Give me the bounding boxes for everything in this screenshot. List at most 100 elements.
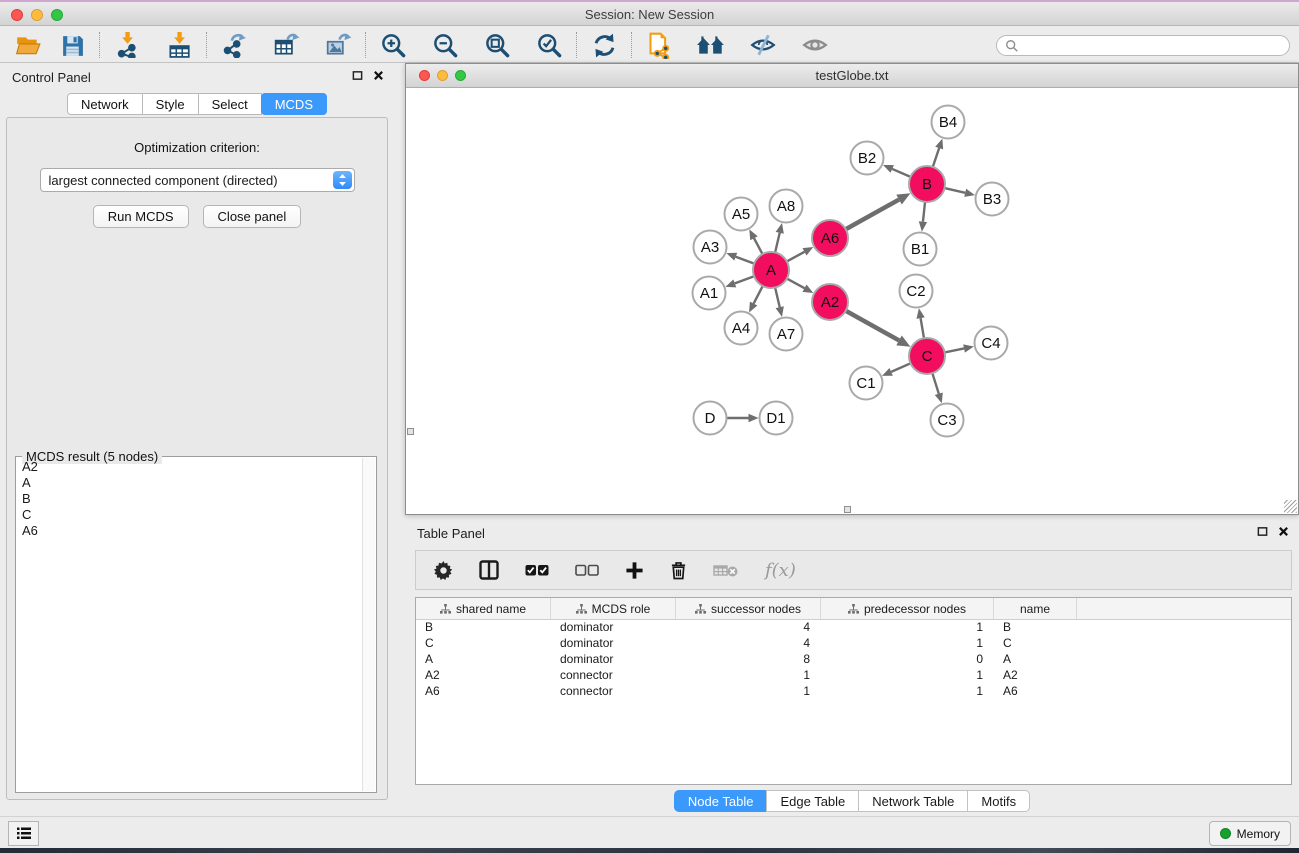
column-header-name[interactable]: name (994, 598, 1077, 619)
edge-B-B3[interactable] (945, 188, 966, 193)
table-cell[interactable]: C (994, 636, 1077, 652)
show-welcome-screen-icon[interactable] (693, 30, 729, 60)
hide-graphics-details-icon[interactable] (745, 30, 781, 60)
edge-A2-C[interactable] (846, 311, 899, 341)
edge-A-A7[interactable] (775, 288, 780, 308)
export-network-icon[interactable] (216, 30, 252, 60)
table-cell[interactable]: 1 (821, 636, 994, 652)
table-cell[interactable]: 1 (821, 620, 994, 636)
edge-A-A2[interactable] (787, 279, 805, 289)
refresh-icon[interactable] (586, 30, 622, 60)
table-row[interactable]: A2connector11A2 (416, 668, 1291, 684)
import-network-icon[interactable] (109, 30, 145, 60)
result-item[interactable]: C (18, 507, 361, 523)
export-image-icon[interactable] (320, 30, 356, 60)
open-file-icon[interactable] (10, 30, 46, 60)
table-cell[interactable]: A2 (416, 668, 551, 684)
export-table-icon[interactable] (268, 30, 304, 60)
resize-handle-left[interactable] (407, 428, 414, 435)
resize-handle-bottom[interactable] (844, 506, 851, 513)
close-panel-button[interactable]: Close panel (203, 205, 302, 228)
edge-B-B2[interactable] (892, 169, 910, 177)
edge-A6-B[interactable] (846, 200, 899, 230)
tab-select[interactable]: Select (198, 93, 262, 115)
tab-motifs[interactable]: Motifs (967, 790, 1030, 812)
delete-column-icon[interactable] (670, 561, 687, 580)
column-header-shared-name[interactable]: shared name (416, 598, 551, 619)
tab-style[interactable]: Style (142, 93, 199, 115)
edge-A-A8[interactable] (775, 233, 780, 253)
criterion-select[interactable]: largest connected component (directed) (40, 168, 355, 192)
result-item[interactable]: A (18, 475, 361, 491)
zoom-in-icon[interactable] (375, 30, 411, 60)
new-network-from-file-icon[interactable] (641, 30, 677, 60)
table-cell[interactable]: dominator (551, 636, 676, 652)
edge-C-C3[interactable] (932, 373, 938, 394)
zoom-out-icon[interactable] (427, 30, 463, 60)
edge-C-C2[interactable] (921, 318, 924, 338)
tab-node-table[interactable]: Node Table (674, 790, 768, 812)
tab-network-table[interactable]: Network Table (858, 790, 968, 812)
table-row[interactable]: Cdominator41C (416, 636, 1291, 652)
result-scrollbar[interactable] (362, 458, 375, 791)
network-canvas[interactable]: B4B2BB3A8A5A6A3B1AA1C2A2A4A7C4CC1C3DD1 (406, 88, 1298, 514)
edge-A-A5[interactable] (754, 238, 763, 254)
select-stepper-icon[interactable] (333, 171, 352, 189)
table-cell[interactable]: 4 (676, 620, 821, 636)
close-table-panel-icon[interactable] (1278, 526, 1289, 537)
result-item[interactable]: A6 (18, 523, 361, 539)
table-row[interactable]: Bdominator41B (416, 620, 1291, 636)
select-all-icon[interactable] (525, 564, 549, 577)
split-columns-icon[interactable] (479, 560, 499, 580)
table-cell[interactable]: 4 (676, 636, 821, 652)
edge-A-A1[interactable] (735, 276, 754, 283)
table-cell[interactable]: A (416, 652, 551, 668)
table-cell[interactable]: C (416, 636, 551, 652)
table-cell[interactable]: B (994, 620, 1077, 636)
tab-edge-table[interactable]: Edge Table (766, 790, 859, 812)
float-panel-icon[interactable] (352, 70, 363, 81)
table-cell[interactable]: connector (551, 684, 676, 700)
edge-B-B4[interactable] (933, 148, 939, 167)
tab-mcds[interactable]: MCDS (261, 93, 327, 115)
table-cell[interactable]: 1 (676, 684, 821, 700)
table-row[interactable]: Adominator80A (416, 652, 1291, 668)
edge-C-C1[interactable] (891, 363, 910, 372)
edge-A-A3[interactable] (736, 257, 754, 264)
table-cell[interactable]: 1 (821, 668, 994, 684)
table-cell[interactable]: 8 (676, 652, 821, 668)
gear-icon[interactable] (434, 561, 453, 580)
mcds-result-list[interactable]: A2ABCA6 (18, 459, 361, 790)
table-cell[interactable]: B (416, 620, 551, 636)
table-cell[interactable]: A2 (994, 668, 1077, 684)
column-header-predecessor-nodes[interactable]: predecessor nodes (821, 598, 994, 619)
search-field[interactable] (996, 35, 1290, 56)
run-mcds-button[interactable]: Run MCDS (93, 205, 189, 228)
edge-A-A4[interactable] (754, 286, 763, 304)
zoom-fit-icon[interactable] (479, 30, 515, 60)
result-item[interactable]: A2 (18, 459, 361, 475)
column-header-MCDS-role[interactable]: MCDS role (551, 598, 676, 619)
tab-network[interactable]: Network (67, 93, 143, 115)
edge-B-B1[interactable] (923, 202, 925, 222)
table-cell[interactable]: 1 (676, 668, 821, 684)
save-session-icon[interactable] (54, 30, 90, 60)
table-cell[interactable]: dominator (551, 652, 676, 668)
resize-grip-corner[interactable] (1284, 500, 1297, 513)
search-input[interactable] (1019, 39, 1281, 53)
float-table-panel-icon[interactable] (1257, 526, 1268, 537)
network-window-titlebar[interactable]: testGlobe.txt (406, 64, 1298, 88)
add-column-icon[interactable] (625, 561, 644, 580)
table-cell[interactable]: A6 (416, 684, 551, 700)
memory-button[interactable]: Memory (1209, 821, 1291, 846)
result-item[interactable]: B (18, 491, 361, 507)
close-panel-icon[interactable] (373, 70, 384, 81)
table-cell[interactable]: 1 (821, 684, 994, 700)
table-cell[interactable]: dominator (551, 620, 676, 636)
table-cell[interactable]: connector (551, 668, 676, 684)
task-history-button[interactable] (8, 821, 39, 846)
zoom-selected-icon[interactable] (531, 30, 567, 60)
edge-A-A6[interactable] (787, 252, 805, 262)
table-cell[interactable]: A (994, 652, 1077, 668)
deselect-all-icon[interactable] (575, 564, 599, 577)
